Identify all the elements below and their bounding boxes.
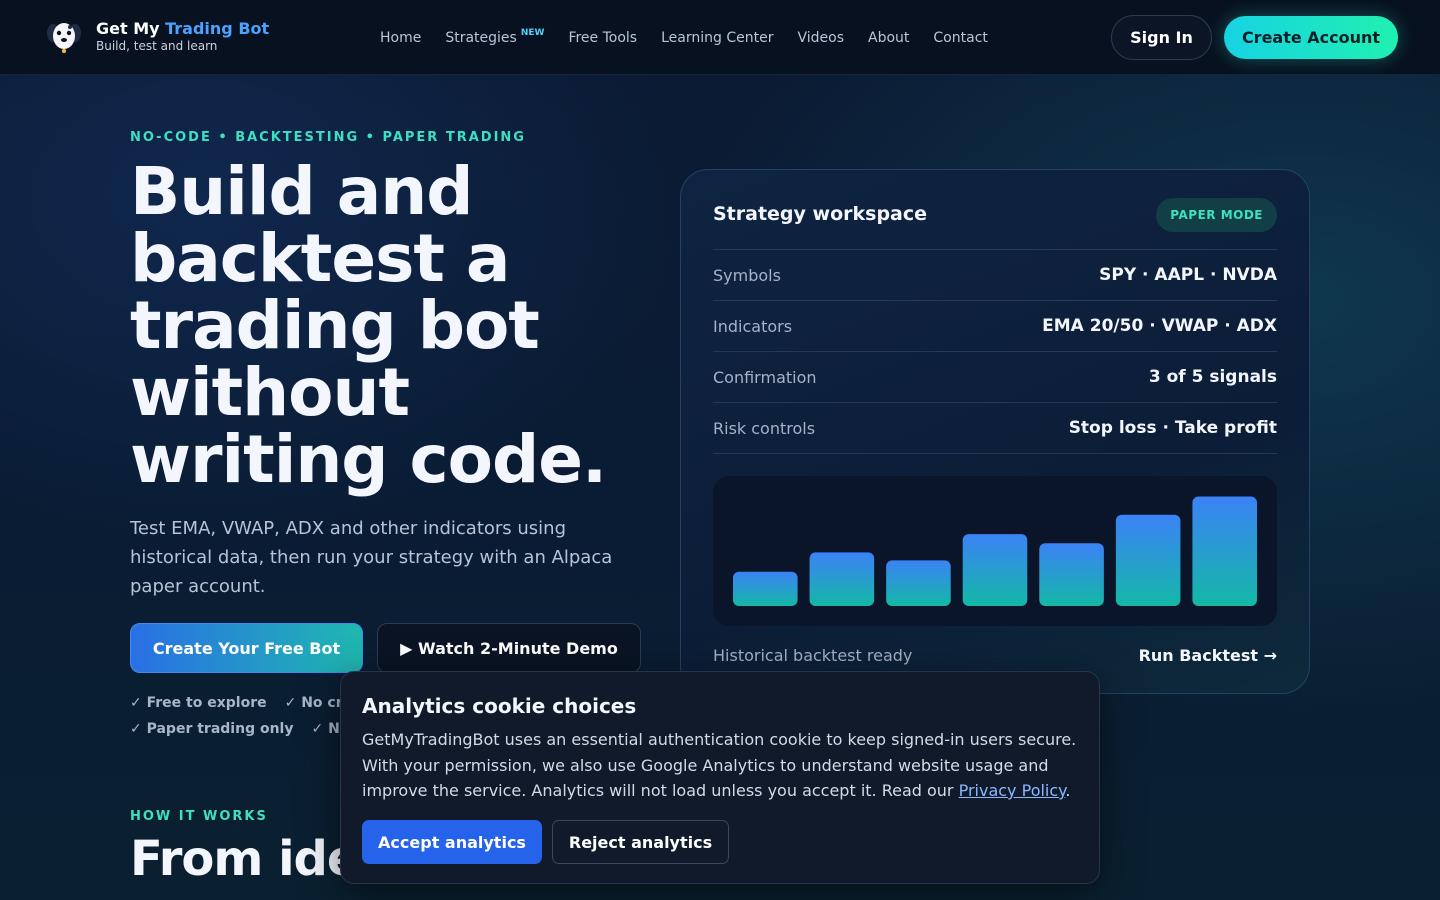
dog-mascot-icon <box>47 23 81 54</box>
watch-demo-button[interactable]: ▶ Watch 2-Minute Demo <box>377 623 641 673</box>
cookie-title: Analytics cookie choices <box>362 694 637 718</box>
row-value: SPY · AAPL · NVDA <box>1099 265 1277 285</box>
nav-contact[interactable]: Contact <box>933 30 987 46</box>
row-label: Indicators <box>713 316 793 336</box>
workspace-settings: Symbols SPY · AAPL · NVDA Indicators EMA… <box>713 249 1277 454</box>
row-value: 3 of 5 signals <box>1148 367 1277 387</box>
backtest-bar-chart <box>713 476 1277 626</box>
nav-free-tools[interactable]: Free Tools <box>568 30 637 46</box>
nav-videos[interactable]: Videos <box>797 30 844 46</box>
chart-bar-1 <box>733 571 798 606</box>
settings-row-indicators: Indicators EMA 20/50 · VWAP · ADX <box>713 301 1277 352</box>
new-badge: NEW <box>520 27 545 38</box>
workspace-title: Strategy workspace <box>713 203 928 225</box>
site-header: Get My Trading Bot Build, test and learn… <box>0 0 1440 75</box>
run-backtest-link[interactable]: Run Backtest → <box>1139 646 1277 665</box>
row-label: Confirmation <box>713 367 817 387</box>
accept-analytics-button[interactable]: Accept analytics <box>362 820 542 864</box>
check-item: ✓ No cr <box>284 695 343 711</box>
create-free-bot-button[interactable]: Create Your Free Bot <box>130 623 363 673</box>
hero-subtitle: Test EMA, VWAP, ADX and other indicators… <box>130 518 613 597</box>
settings-row-risk-controls: Risk controls Stop loss · Take profit <box>713 403 1277 454</box>
chart-bar-2 <box>809 552 875 606</box>
main-nav: Home Strategies NEW Free Tools Learning C… <box>380 0 1012 75</box>
check-item: ✓ Free to explore <box>130 695 267 711</box>
chart-bar-6 <box>1115 514 1181 606</box>
sign-in-button[interactable]: Sign In <box>1111 15 1212 60</box>
brand-tagline: Build, test and learn <box>96 38 218 53</box>
cookie-body: GetMyTradingBot uses an essential authen… <box>362 730 1077 800</box>
nav-about[interactable]: About <box>868 30 909 46</box>
settings-row-confirmation: Confirmation 3 of 5 signals <box>713 352 1277 403</box>
row-value: Stop loss · Take profit <box>1068 418 1277 438</box>
row-label: Symbols <box>713 265 781 285</box>
how-it-works-title: From ide <box>130 831 359 887</box>
brand-name: Get My Trading Bot <box>96 18 270 38</box>
settings-row-symbols: Symbols SPY · AAPL · NVDA <box>713 250 1277 301</box>
cookie-consent-dialog: Analytics cookie choices GetMyTradingBot… <box>340 671 1100 884</box>
paper-mode-badge: PAPER MODE <box>1156 198 1277 232</box>
brand-logo[interactable]: Get My Trading Bot Build, test and learn <box>44 16 269 56</box>
nav-strategies[interactable]: Strategies NEW <box>445 27 545 46</box>
backtest-status: Historical backtest ready <box>713 646 913 665</box>
bar-chart-svg <box>733 496 1257 606</box>
row-label: Risk controls <box>713 418 816 438</box>
hero-title: Build and backtest a trading bot without… <box>130 153 607 498</box>
privacy-policy-link[interactable]: Privacy Policy <box>959 781 1066 800</box>
create-account-button[interactable]: Create Account <box>1224 16 1398 59</box>
how-it-works-eyebrow: HOW IT WORKS <box>130 809 268 824</box>
reject-analytics-button[interactable]: Reject analytics <box>552 820 729 864</box>
strategy-workspace-card: Strategy workspace PAPER MODE Symbols SP… <box>680 169 1310 694</box>
check-item: ✓ Paper trading only <box>130 721 294 737</box>
chart-bar-7 <box>1192 496 1257 606</box>
nav-learning-center[interactable]: Learning Center <box>661 30 773 46</box>
chart-bar-4 <box>962 534 1028 606</box>
chart-bar-3 <box>886 560 951 606</box>
row-value: EMA 20/50 · VWAP · ADX <box>1042 316 1277 336</box>
nav-home[interactable]: Home <box>380 30 421 46</box>
hero-eyebrow: NO-CODE • BACKTESTING • PAPER TRADING <box>130 130 526 145</box>
chart-bar-5 <box>1039 543 1104 606</box>
